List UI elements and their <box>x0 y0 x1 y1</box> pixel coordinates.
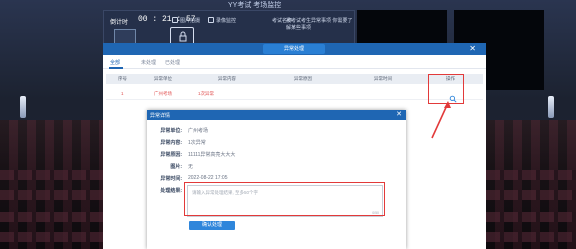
timer-label: 倒计时 <box>110 20 129 26</box>
annotation-arrow <box>431 101 451 139</box>
field-label: 异常内容: <box>160 140 182 146</box>
field-value: 广州考场 <box>188 128 209 134</box>
table-header: 序号 异常单位 异常内容 异常原因 异常时间 操作 <box>106 74 483 84</box>
video-checkbox[interactable] <box>208 17 214 23</box>
row-index: 1 <box>121 91 124 96</box>
row-content: 1次异常 <box>198 91 215 96</box>
column-header: 异常原因 <box>294 76 312 81</box>
tab-all[interactable]: 全部 <box>110 59 120 66</box>
field-row: 异常原因: 11111异常高亮大大大 <box>147 149 406 159</box>
table-row: 1 广州考场 1次异常 <box>106 88 483 103</box>
exam-notice: 被考试考生异常事项 你需要了解某些事项 <box>286 18 353 31</box>
lamp <box>548 96 554 118</box>
field-label: 异常时间: <box>160 176 182 182</box>
field-label: 图片: <box>170 164 182 170</box>
column-header: 序号 <box>118 76 127 81</box>
detail-header: 异常详情 ✕ <box>147 110 406 120</box>
close-icon[interactable]: ✕ <box>469 44 476 54</box>
active-tab-indicator <box>109 67 123 69</box>
photo-checkbox[interactable] <box>172 17 178 23</box>
row-unit: 广州考场 <box>154 91 172 96</box>
close-icon[interactable]: ✕ <box>396 110 402 120</box>
field-value: 11111异常高亮大大大 <box>188 152 236 158</box>
tab-unprocessed[interactable]: 未处理 <box>141 59 156 66</box>
app-title: YY考试 考场监控 <box>228 2 282 9</box>
column-header: 异常单位 <box>154 76 172 81</box>
field-row: 图片: 无 <box>147 161 406 171</box>
field-value: 无 <box>188 164 194 170</box>
field-label: 异常原因: <box>160 152 182 158</box>
exam-panel: 倒计时 00 : 21 : 57 图片拍摄 录像监控 考试名称 被考试考生异常事… <box>103 10 355 45</box>
exception-detail-modal: 异常详情 ✕ 异常单位: 广州考场 异常内容: 1次异常 异常原因: 11111… <box>147 110 406 249</box>
column-header: 异常时间 <box>374 76 392 81</box>
field-row: 异常单位: 广州考场 <box>147 125 406 135</box>
detail-title: 异常详情 <box>150 113 171 119</box>
video-checkbox-label: 录像监控 <box>216 18 237 24</box>
column-header: 异常内容 <box>218 76 236 81</box>
photo-checkbox-label: 图片拍摄 <box>180 18 201 24</box>
exception-list-title: 异常处理 <box>263 44 325 54</box>
tab-processed[interactable]: 已处理 <box>165 59 180 66</box>
exception-list-header: 异常处理 ✕ <box>103 43 486 55</box>
confirm-button[interactable]: 确认处理 <box>189 221 235 230</box>
tab-bar: 全部 未处理 已处理 <box>103 57 486 69</box>
field-label: 异常单位: <box>160 128 182 134</box>
lamp <box>20 96 26 118</box>
textarea-highlight-box <box>184 182 385 216</box>
field-value: 2022-08-22 17:05 <box>188 175 228 181</box>
field-row: 异常内容: 1次异常 <box>147 137 406 147</box>
field-value: 1次异常 <box>188 140 206 146</box>
result-label: 处理结果: <box>160 188 182 194</box>
